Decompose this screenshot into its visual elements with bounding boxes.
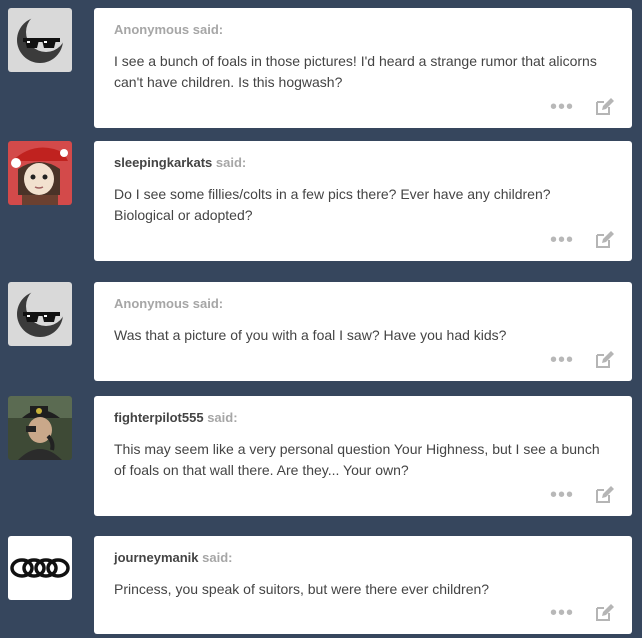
ellipsis-icon[interactable]: ••• — [550, 350, 574, 370]
fighterpilot555-avatar — [8, 396, 72, 460]
ask-card: Anonymous said: I see a bunch of foals i… — [94, 8, 632, 128]
ellipsis-icon[interactable]: ••• — [550, 97, 574, 117]
asker-link[interactable]: journeymanik — [114, 550, 199, 565]
edit-icon[interactable] — [594, 97, 614, 117]
ellipsis-icon[interactable]: ••• — [550, 485, 574, 505]
post-actions: ••• — [550, 230, 614, 250]
ellipsis-icon[interactable]: ••• — [550, 603, 574, 623]
said-label: said: — [207, 410, 238, 425]
edit-icon[interactable] — [594, 230, 614, 250]
sunglasses-moon-avatar — [8, 282, 72, 346]
edit-icon[interactable] — [594, 603, 614, 623]
ask-card: journeymanik said: Princess, you speak o… — [94, 536, 632, 634]
asker-name: Anonymous said: — [114, 296, 612, 311]
asker-link[interactable]: sleepingkarkats — [114, 155, 212, 170]
post-actions: ••• — [550, 350, 614, 370]
avatar[interactable] — [8, 396, 72, 460]
avatar[interactable] — [8, 282, 72, 346]
said-label: said: — [215, 155, 247, 170]
ask-card: fighterpilot555 said: This may seem like… — [94, 396, 632, 516]
post-actions: ••• — [550, 485, 614, 505]
said-label: said: — [192, 296, 224, 311]
sunglasses-moon-avatar — [8, 8, 72, 72]
post-actions: ••• — [550, 603, 614, 623]
journeymanik-rings-avatar — [8, 536, 72, 600]
avatar[interactable] — [8, 8, 72, 72]
asker-link[interactable]: Anonymous — [114, 296, 189, 311]
question-text: Do I see some fillies/colts in a few pic… — [114, 186, 551, 223]
asker-name: Anonymous said: — [114, 22, 612, 37]
question-text: I see a bunch of foals in those pictures… — [114, 53, 597, 90]
said-label: said: — [192, 22, 224, 37]
asker-name: sleepingkarkats said: — [114, 155, 612, 170]
question-text: This may seem like a very personal quest… — [114, 441, 600, 478]
ask-card: sleepingkarkats said: Do I see some fill… — [94, 141, 632, 261]
asker-name: fighterpilot555 said: — [114, 410, 612, 425]
avatar[interactable] — [8, 536, 72, 600]
ellipsis-icon[interactable]: ••• — [550, 230, 574, 250]
edit-icon[interactable] — [594, 350, 614, 370]
sleepingkarkats-avatar — [8, 141, 72, 205]
asker-name: journeymanik said: — [114, 550, 612, 565]
question-text: Was that a picture of you with a foal I … — [114, 327, 507, 343]
post-actions: ••• — [550, 97, 614, 117]
question-text: Princess, you speak of suitors, but were… — [114, 581, 490, 597]
said-label: said: — [202, 550, 233, 565]
asker-link[interactable]: fighterpilot555 — [114, 410, 204, 425]
ask-card: Anonymous said: Was that a picture of yo… — [94, 282, 632, 381]
asker-link[interactable]: Anonymous — [114, 22, 189, 37]
edit-icon[interactable] — [594, 485, 614, 505]
avatar[interactable] — [8, 141, 72, 205]
